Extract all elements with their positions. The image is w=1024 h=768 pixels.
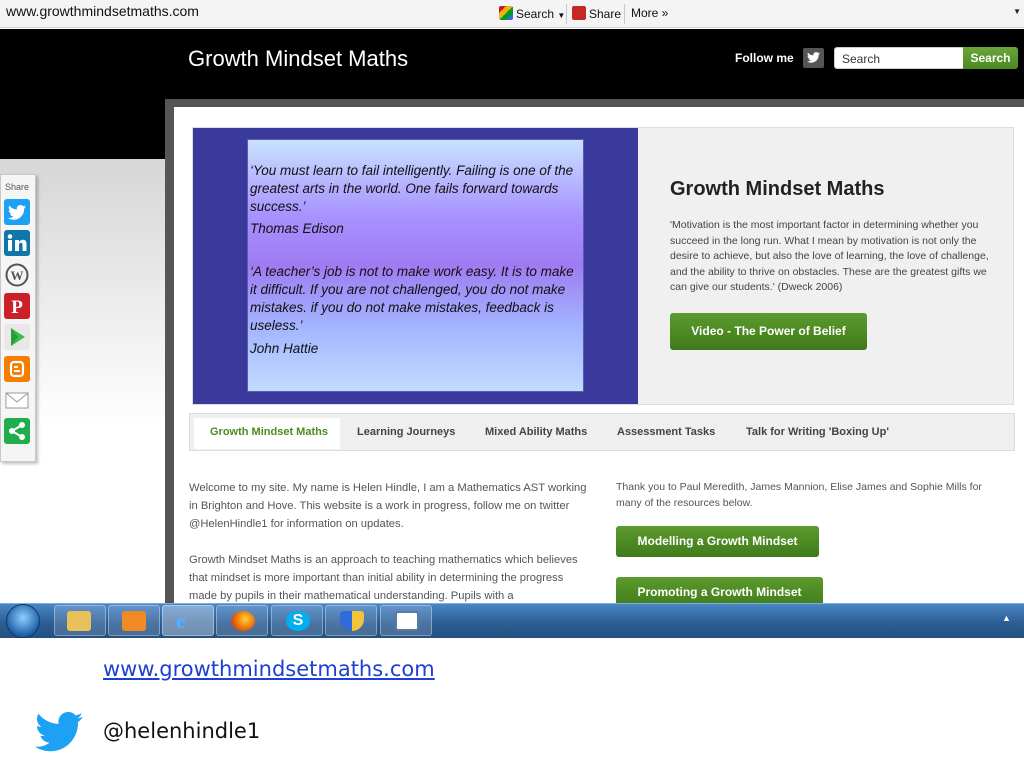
tab-growth-mindset-maths[interactable]: Growth Mindset Maths (210, 426, 328, 438)
site-backdrop (0, 99, 165, 159)
website-link[interactable]: www.growthmindsetmaths.com (103, 657, 435, 681)
promoting-button-clip: Promoting a Growth Mindset (616, 577, 823, 603)
share-label: Share (5, 182, 30, 192)
welcome-text: Welcome to my site. My name is Helen Hin… (189, 482, 587, 530)
modelling-growth-mindset-button[interactable]: Modelling a Growth Mindset (616, 526, 819, 557)
follow-me-label: Follow me (735, 51, 794, 65)
folder-icon (67, 611, 91, 631)
toolbar-share-button[interactable]: Share (572, 6, 621, 21)
chevron-down-icon: ▼ (557, 11, 566, 20)
internet-explorer-icon: e (176, 608, 186, 633)
site-search-input[interactable]: Search (834, 47, 964, 69)
tab-assessment-tasks[interactable]: Assessment Tasks (617, 426, 715, 438)
toolbar-divider (566, 4, 567, 24)
quote-author-hattie: John Hattie (250, 341, 319, 356)
share-sharethis-icon[interactable] (4, 418, 30, 444)
approach-text: Growth Mindset Maths is an approach to t… (189, 554, 578, 602)
media-player-icon (122, 611, 146, 631)
tab-talk-for-writing[interactable]: Talk for Writing 'Boxing Up' (746, 426, 889, 438)
video-button[interactable]: Video - The Power of Belief (670, 313, 867, 350)
toolbar-search-label: Search (516, 7, 555, 21)
google-search-icon (499, 6, 513, 20)
share-linkedin-icon[interactable] (4, 230, 30, 256)
slide: x Google www.growthmindsetmaths.com ▼ Se… (0, 0, 1024, 768)
share-icon (572, 6, 586, 20)
svg-text:P: P (11, 297, 23, 318)
tab-mixed-ability-maths[interactable]: Mixed Ability Maths (485, 426, 587, 438)
window-icon (395, 611, 419, 631)
thanks-text: Thank you to Paul Meredith, James Mannio… (616, 481, 982, 509)
site-search-button[interactable]: Search (963, 47, 1018, 69)
twitter-follow-button[interactable] (803, 48, 824, 68)
share-email-icon[interactable] (4, 387, 30, 413)
hero-text: 'Motivation is the most important factor… (670, 219, 989, 294)
toolbar-search-button[interactable]: Search ▼ (499, 6, 565, 21)
tab-learning-journeys[interactable]: Learning Journeys (357, 426, 455, 438)
quote-hattie: ‘A teacher’s job is not to make work eas… (250, 264, 574, 333)
twitter-bird-icon (35, 712, 83, 752)
share-twitter-icon[interactable] (4, 199, 30, 225)
twitter-icon (807, 52, 820, 63)
quote-author-edison: Thomas Edison (250, 221, 344, 236)
twitter-handle: @helenhindle1 (103, 719, 261, 743)
site-search-value: Search (842, 52, 881, 66)
quote-edison: ‘You must learn to fail intelligently. F… (250, 163, 574, 214)
svg-text:W: W (11, 268, 24, 283)
share-wordpress-icon[interactable]: W (4, 262, 30, 288)
chevron-down-icon[interactable]: ▼ (1013, 7, 1021, 16)
toolbar-divider (624, 4, 625, 24)
share-google-play-icon[interactable] (4, 324, 30, 350)
tray-expand-icon[interactable]: ▲ (1002, 613, 1011, 623)
start-button[interactable] (6, 604, 40, 638)
toolbar-share-label: Share (589, 7, 622, 21)
firefox-icon (231, 611, 255, 631)
share-pinterest-icon[interactable]: P (4, 293, 30, 319)
toolbar-url-text: www.growthmindsetmaths.com (6, 3, 199, 19)
promoting-growth-mindset-button[interactable]: Promoting a Growth Mindset (616, 577, 823, 603)
toolbar-more-button[interactable]: More » (631, 6, 668, 20)
skype-icon: S (286, 611, 310, 631)
share-blogger-icon[interactable] (4, 356, 30, 382)
site-title[interactable]: Growth Mindset Maths (188, 46, 408, 72)
hero-title: Growth Mindset Maths (670, 178, 885, 200)
